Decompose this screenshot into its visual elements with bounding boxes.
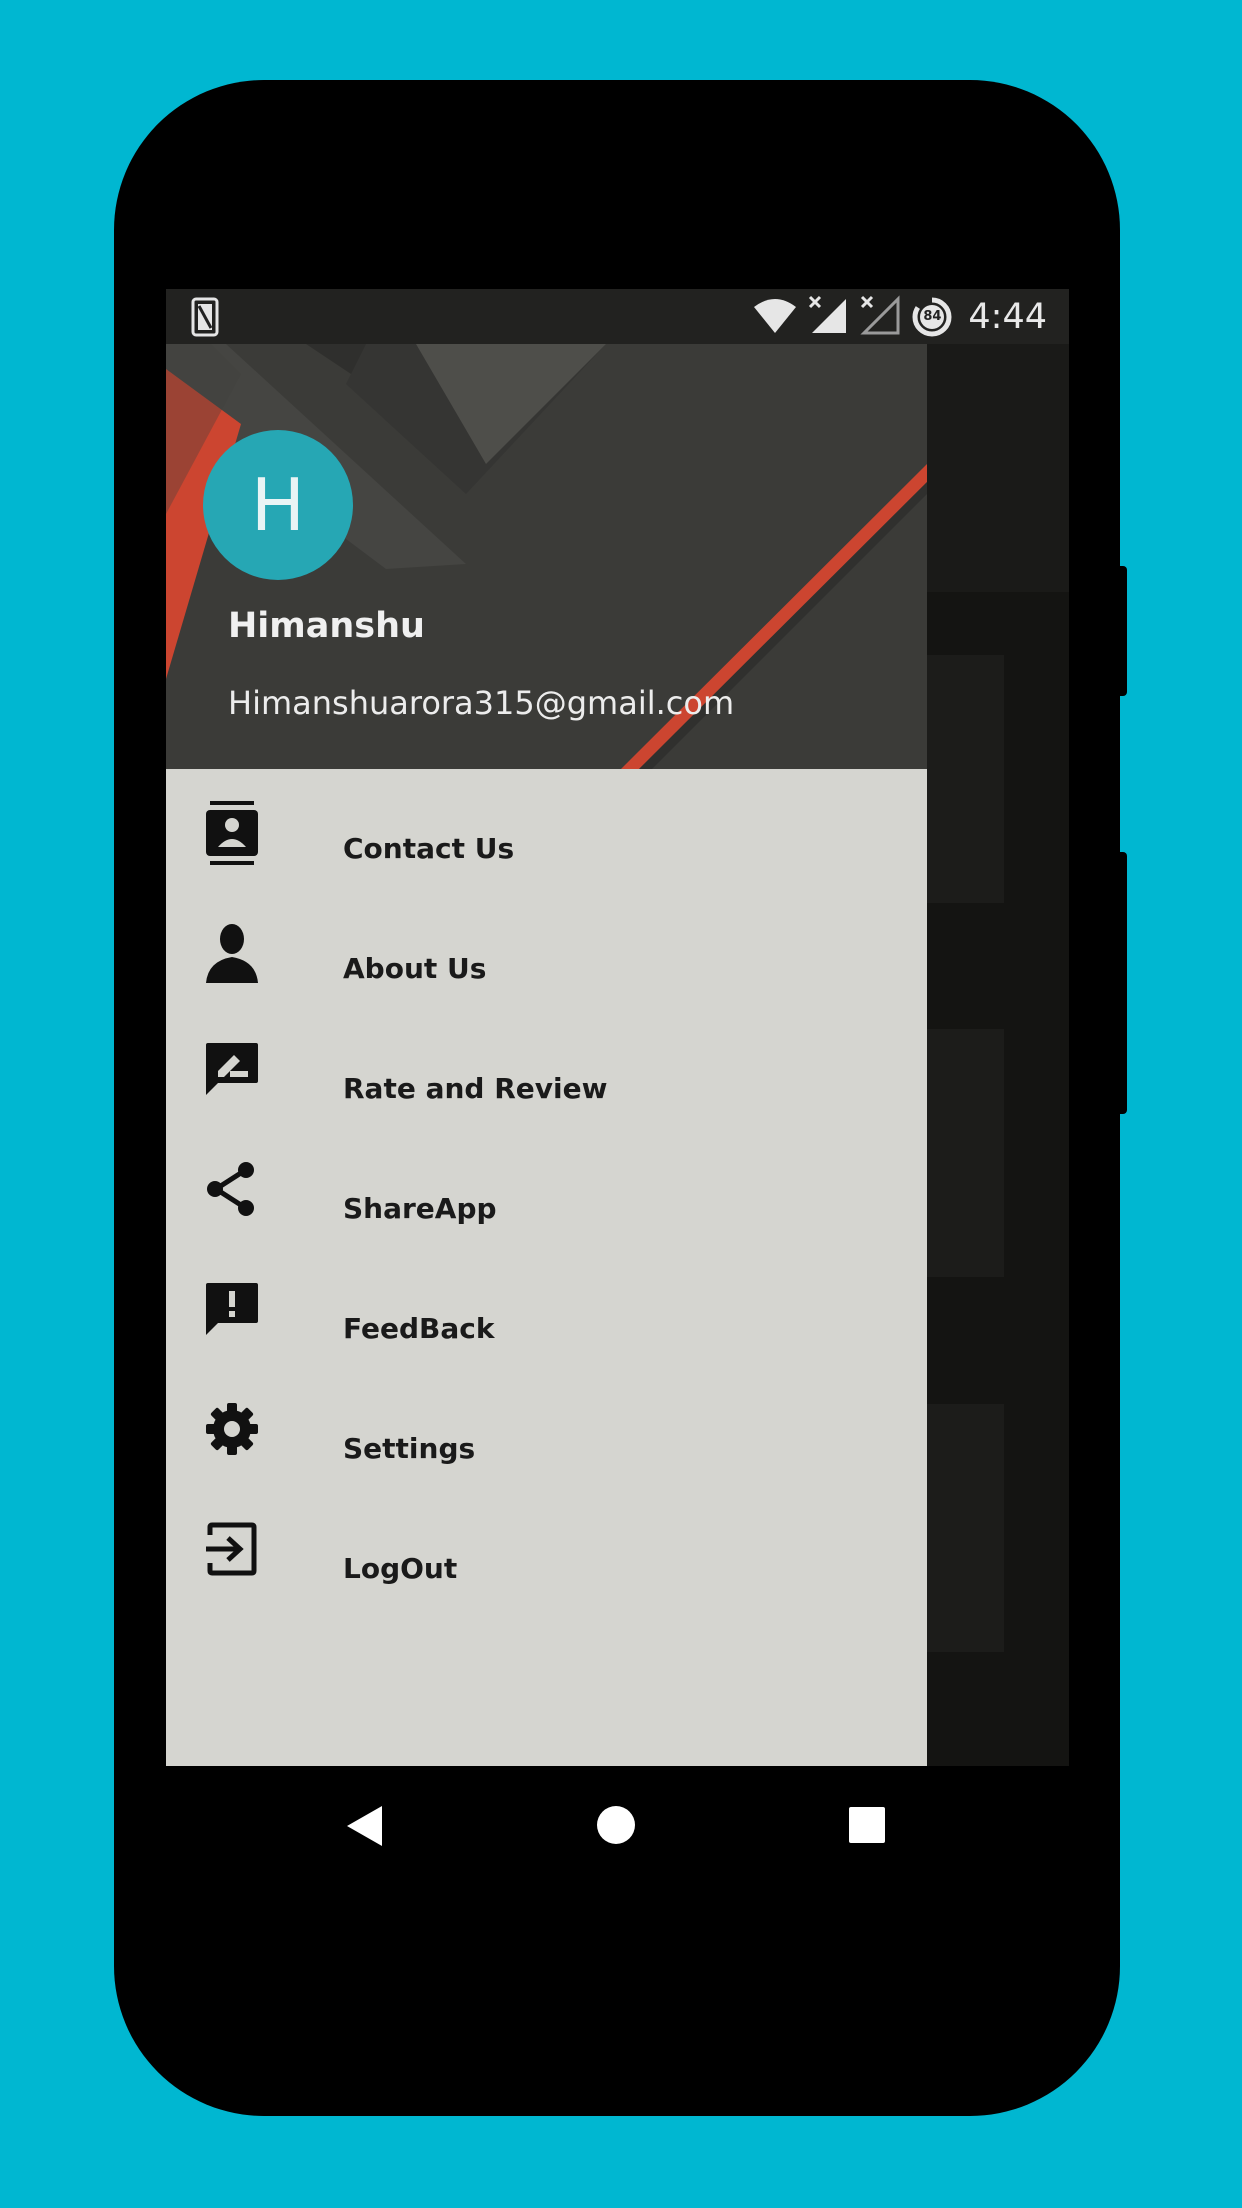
battery-level: 84: [923, 309, 942, 324]
user-name: Himanshu: [228, 606, 425, 646]
menu-label-settings: Settings: [343, 1432, 476, 1465]
signal-icon: [808, 295, 850, 339]
menu-item-feedback[interactable]: FeedBack: [166, 1249, 927, 1369]
clock: 4:44: [968, 297, 1047, 337]
volume-button: [1118, 852, 1127, 1114]
feedback-icon: [204, 1281, 260, 1337]
recents-icon[interactable]: [849, 1807, 885, 1847]
contact-icon: [204, 801, 260, 865]
menu-item-settings[interactable]: Settings: [166, 1369, 927, 1489]
back-icon[interactable]: [344, 1804, 384, 1852]
status-bar: 84 4:44: [166, 289, 1069, 344]
logout-icon: [204, 1521, 260, 1577]
status-icons: 84 4:44: [752, 292, 1047, 342]
menu-label-share-app: ShareApp: [343, 1192, 497, 1225]
user-email: Himanshuarora315@gmail.com: [228, 684, 735, 722]
person-icon: [204, 921, 260, 983]
gear-icon: [204, 1401, 260, 1457]
menu-label-about-us: About Us: [343, 952, 487, 985]
menu-label-logout: LogOut: [343, 1552, 458, 1585]
sim-card-icon: [191, 297, 219, 341]
menu-item-share-app[interactable]: ShareApp: [166, 1129, 927, 1249]
navigation-drawer: H Himanshu Himanshuarora315@gmail.com Co…: [166, 344, 927, 1766]
drawer-menu: Contact Us About Us Rate and Review Shar…: [166, 769, 927, 1609]
share-icon: [204, 1161, 260, 1217]
menu-item-logout[interactable]: LogOut: [166, 1489, 927, 1609]
navigation-bar: [166, 1766, 1069, 1884]
power-button: [1118, 566, 1127, 696]
home-icon[interactable]: [596, 1805, 636, 1849]
wifi-icon: [752, 295, 798, 339]
avatar[interactable]: H: [203, 430, 353, 580]
menu-label-rate-and-review: Rate and Review: [343, 1072, 608, 1105]
drawer-header: H Himanshu Himanshuarora315@gmail.com: [166, 344, 927, 769]
rate-review-icon: [204, 1041, 260, 1097]
menu-item-rate-and-review[interactable]: Rate and Review: [166, 1009, 927, 1129]
menu-label-feedback: FeedBack: [343, 1312, 495, 1345]
screen: 84 4:44 H Himanshu Himanshuarora315@gmai…: [166, 289, 1069, 1766]
signal-off-icon: [860, 295, 902, 339]
battery-icon: 84: [912, 297, 952, 337]
menu-item-about-us[interactable]: About Us: [166, 889, 927, 1009]
menu-label-contact-us: Contact Us: [343, 832, 515, 865]
menu-item-contact-us[interactable]: Contact Us: [166, 769, 927, 889]
